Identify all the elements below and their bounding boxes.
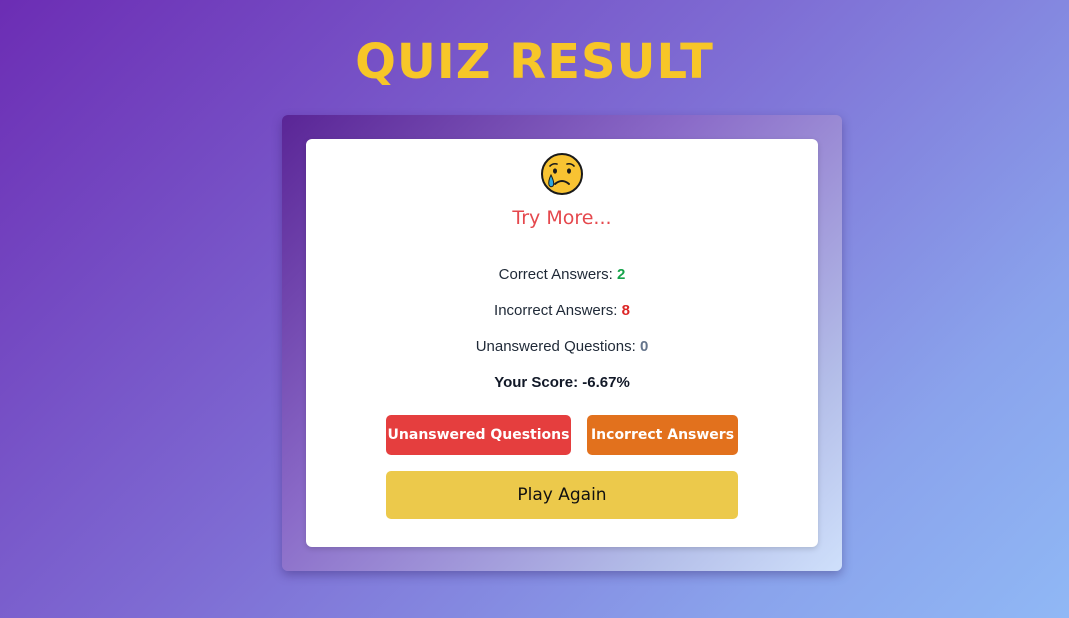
incorrect-answers-value: 8 <box>621 302 630 319</box>
score-label: Your Score: <box>494 374 583 391</box>
unanswered-questions-value: 0 <box>639 338 649 355</box>
result-card: Try More... Correct Answers: 2 Incorrect… <box>306 139 818 547</box>
correct-answers-value: 2 <box>617 266 626 283</box>
result-message: Try More... <box>512 207 612 229</box>
play-again-button[interactable]: Play Again <box>386 471 738 519</box>
correct-answers-label: Correct Answers: <box>498 266 618 283</box>
crying-face-icon <box>541 153 583 195</box>
unanswered-questions-label: Unanswered Questions: <box>475 338 640 355</box>
unanswered-questions-button[interactable]: Unanswered Questions <box>386 415 571 455</box>
correct-answers-stat: Correct Answers: 2 <box>306 266 818 283</box>
incorrect-answers-button[interactable]: Incorrect Answers <box>587 415 738 455</box>
result-card-frame: Try More... Correct Answers: 2 Incorrect… <box>282 115 842 571</box>
incorrect-answers-label: Incorrect Answers: <box>494 302 622 319</box>
page-title: QUIZ RESULT <box>355 34 714 90</box>
unanswered-questions-stat: Unanswered Questions: 0 <box>306 338 818 355</box>
score-value: -6.67% <box>582 374 630 391</box>
score-stat: Your Score: -6.67% <box>306 374 818 391</box>
incorrect-answers-stat: Incorrect Answers: 8 <box>306 302 818 319</box>
